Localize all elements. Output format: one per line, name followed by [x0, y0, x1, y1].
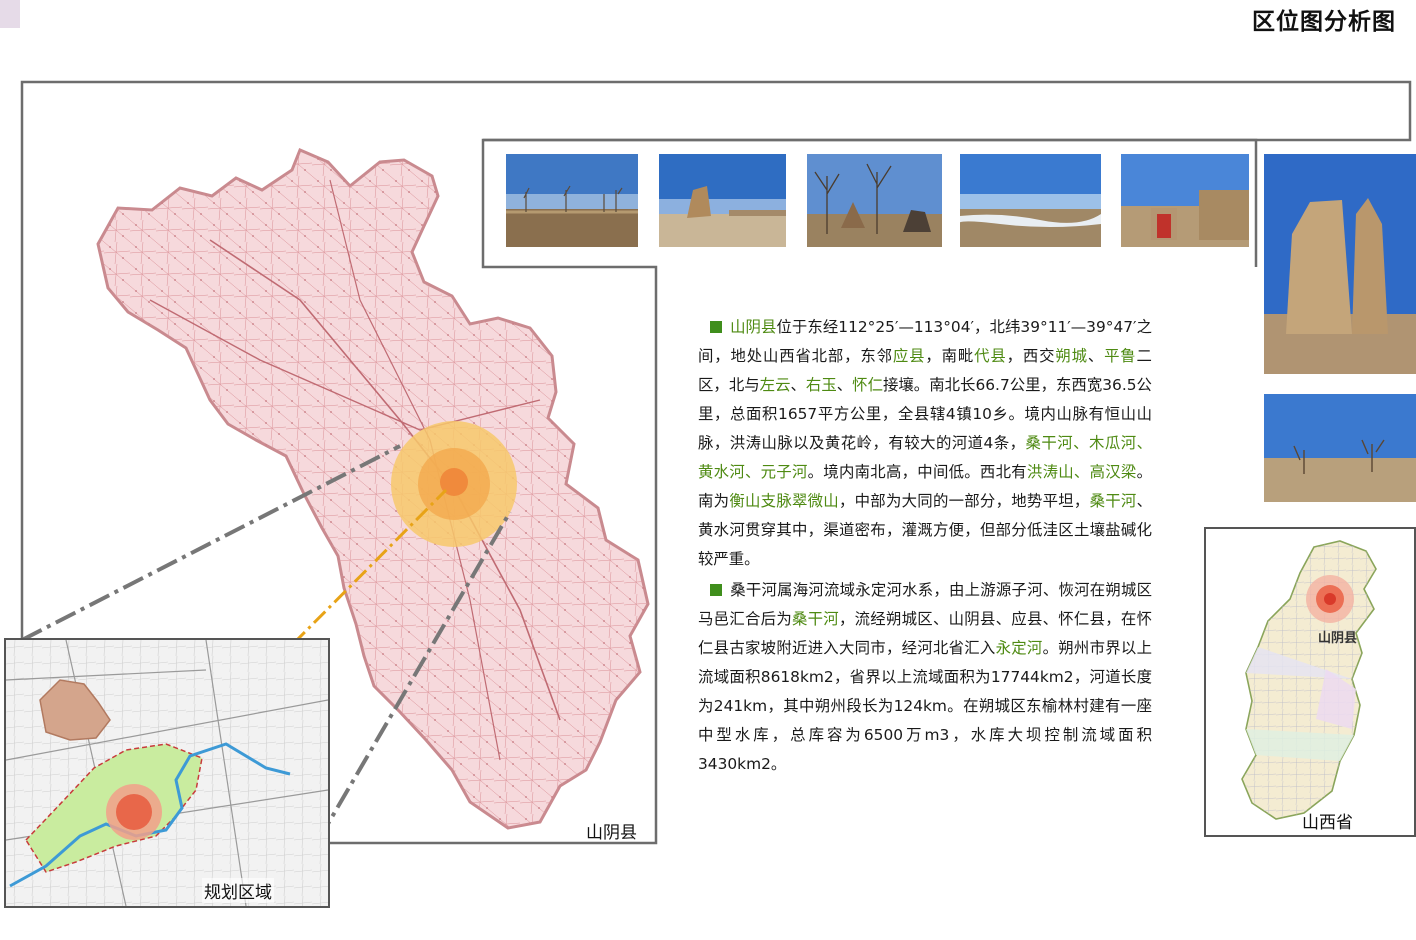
place-name: 洪涛山、高汉梁 [1026, 463, 1137, 481]
place-name: 衡山支脉翠微山 [729, 492, 839, 510]
description-paragraph-2: 桑干河属海河流域永定河水系，由上游源子河、恢河在朔城区马邑汇合后为桑干河，流经朔… [698, 576, 1152, 779]
place-name: 山阴县 [730, 318, 777, 336]
bullet-icon [710, 584, 722, 596]
description-segment: ，中部为大同的一部分，地势平坦， [838, 492, 1090, 510]
description-paragraph-1: 山阴县位于东经112°25′—113°04′，北纬39°11′—39°47′之间… [698, 313, 1152, 574]
description-segment: 。境内南北高，中间低。西北有 [807, 463, 1027, 481]
place-name: 朔城 [1055, 347, 1088, 365]
place-name: 怀仁 [852, 376, 883, 394]
description-segment: 、 [836, 376, 853, 394]
photo-earthen-ruin[interactable] [659, 154, 786, 247]
place-name: 应县 [892, 347, 926, 365]
photo-village-gate[interactable] [1121, 154, 1249, 247]
planning-area-label: 规划区域 [202, 878, 274, 903]
place-name: 代县 [974, 347, 1007, 365]
place-name: 右玉 [805, 376, 837, 394]
place-name: 桑干河 [1089, 492, 1137, 510]
county-map-label: 山阴县 [586, 823, 637, 843]
paragraph-1-text: 山阴县位于东经112°25′—113°04′，北纬39°11′—39°47′之间… [698, 318, 1152, 568]
province-map-label: 山西省 [1302, 813, 1353, 833]
place-name: 左云 [759, 376, 791, 394]
photo-dry-grass[interactable] [1264, 394, 1416, 502]
place-name: 永定河 [995, 639, 1043, 657]
province-county-label: 山阴县 [1318, 631, 1358, 646]
province-map [1204, 527, 1416, 837]
photo-tall-ruin[interactable] [1264, 154, 1416, 374]
paragraph-2-text: 桑干河属海河流域永定河水系，由上游源子河、恢河在朔城区马邑汇合后为桑干河，流经朔… [698, 581, 1152, 773]
bullet-icon [710, 321, 722, 333]
planning-area-inset [4, 638, 330, 908]
description-segment: 、 [1087, 347, 1105, 365]
place-name: 平鲁 [1104, 347, 1137, 365]
description-segment: 。朔州市界以上流域面积8618km2，省界以上流域面积为17744km2，河道长… [698, 639, 1152, 773]
photo-frozen-river[interactable] [960, 154, 1101, 247]
photo-ruins-bare-trees[interactable] [807, 154, 942, 247]
description-text: 山阴县位于东经112°25′—113°04′，北纬39°11′—39°47′之间… [698, 313, 1152, 781]
description-segment: ，西交 [1006, 347, 1056, 365]
description-segment: 、 [790, 376, 806, 394]
description-segment: ，南毗 [925, 347, 975, 365]
photo-field-trees[interactable] [506, 154, 638, 247]
place-name: 桑干河 [791, 610, 839, 628]
